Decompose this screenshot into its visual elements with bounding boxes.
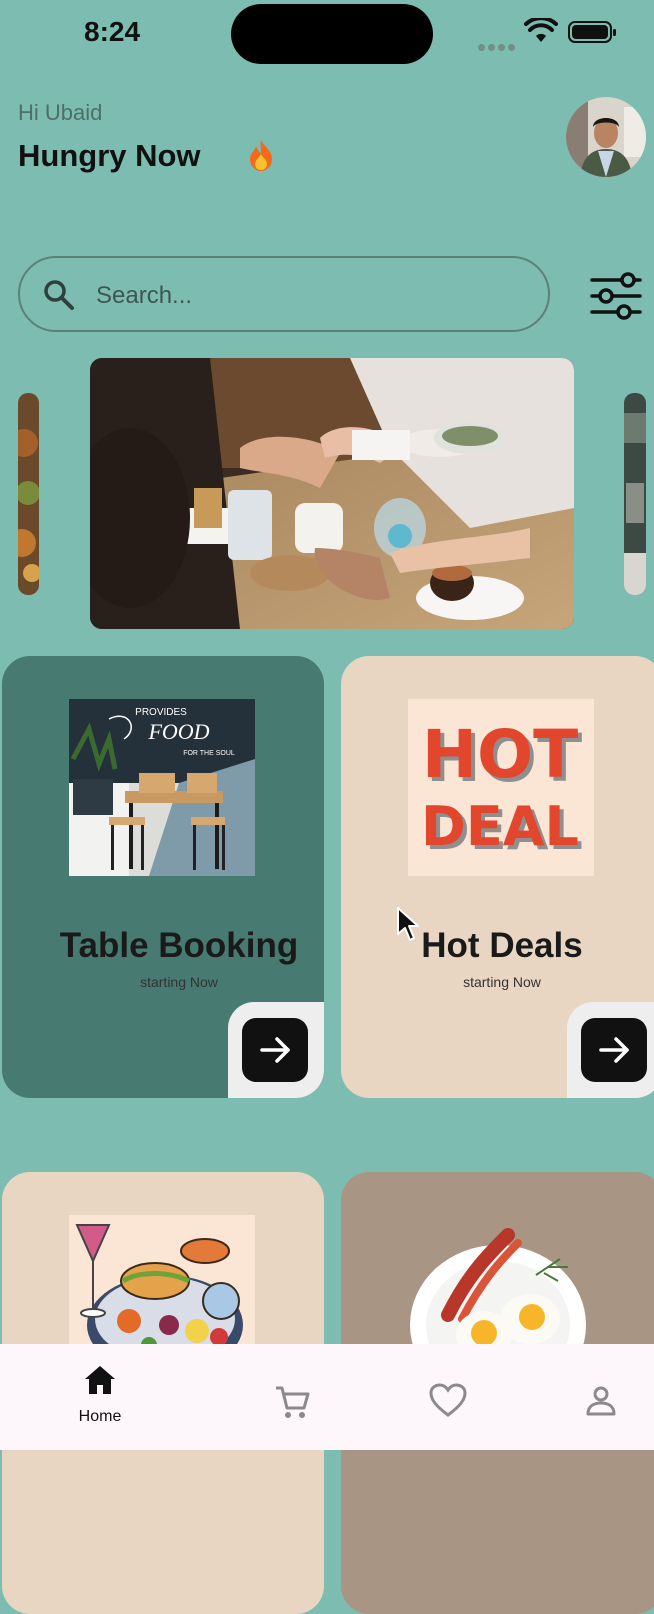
svg-text:FOOD: FOOD	[147, 719, 209, 744]
svg-text:PROVIDES: PROVIDES	[135, 707, 187, 718]
greeting-text: Hi Ubaid	[18, 100, 103, 125]
bottom-nav: Home	[0, 1344, 654, 1450]
card-hot-deals[interactable]: HOT HOT DEAL DEAL Hot Deals starting Now	[341, 656, 654, 1098]
fire-icon	[250, 140, 272, 171]
table-booking-image: PROVIDES FOOD FOR THE SOUL	[69, 699, 255, 876]
card-title: Hot Deals	[421, 926, 583, 965]
heart-icon	[429, 1383, 467, 1417]
nav-home-label: Home	[78, 1408, 122, 1425]
table-booking-arrow-button[interactable]	[242, 1018, 308, 1082]
svg-text:HOT: HOT	[422, 716, 578, 793]
carousel-next-image[interactable]	[624, 393, 646, 595]
filter-icon[interactable]	[588, 270, 644, 322]
svg-text:FOR THE SOUL: FOR THE SOUL	[183, 750, 235, 757]
nav-cart[interactable]	[252, 1360, 332, 1430]
cart-icon	[276, 1386, 310, 1418]
signal-icon	[478, 38, 518, 56]
arrow-right-icon	[260, 1037, 290, 1063]
search-placeholder: Search...	[96, 282, 193, 309]
card-subtitle: starting Now	[140, 974, 218, 990]
status-bar: 8:24	[0, 0, 654, 70]
arrow-right-icon	[599, 1037, 629, 1063]
carousel-prev-image[interactable]	[18, 393, 39, 595]
page-title: Hungry Now	[18, 138, 201, 173]
avatar[interactable]	[566, 97, 646, 177]
card-subtitle: starting Now	[463, 974, 541, 990]
card-title: Table Booking	[59, 926, 299, 965]
nav-profile[interactable]	[561, 1360, 641, 1430]
nav-home[interactable]: Home	[60, 1360, 140, 1430]
svg-text:DEAL: DEAL	[421, 795, 579, 858]
search-input[interactable]: Search...	[18, 256, 550, 332]
carousel-featured-image[interactable]	[90, 358, 574, 629]
nav-favorites[interactable]	[408, 1360, 488, 1430]
status-time: 8:24	[84, 16, 141, 47]
wifi-icon	[524, 18, 558, 42]
hot-deals-arrow-button[interactable]	[581, 1018, 647, 1082]
battery-icon	[568, 21, 616, 43]
mouse-cursor-icon	[397, 907, 419, 941]
home-icon	[85, 1366, 115, 1394]
profile-icon	[586, 1386, 616, 1416]
search-icon	[44, 280, 74, 310]
card-table-booking[interactable]: PROVIDES FOOD FOR THE SOUL Table Booking…	[2, 656, 324, 1098]
dynamic-island	[231, 4, 433, 64]
hot-deals-image: HOT HOT DEAL DEAL	[408, 699, 594, 876]
